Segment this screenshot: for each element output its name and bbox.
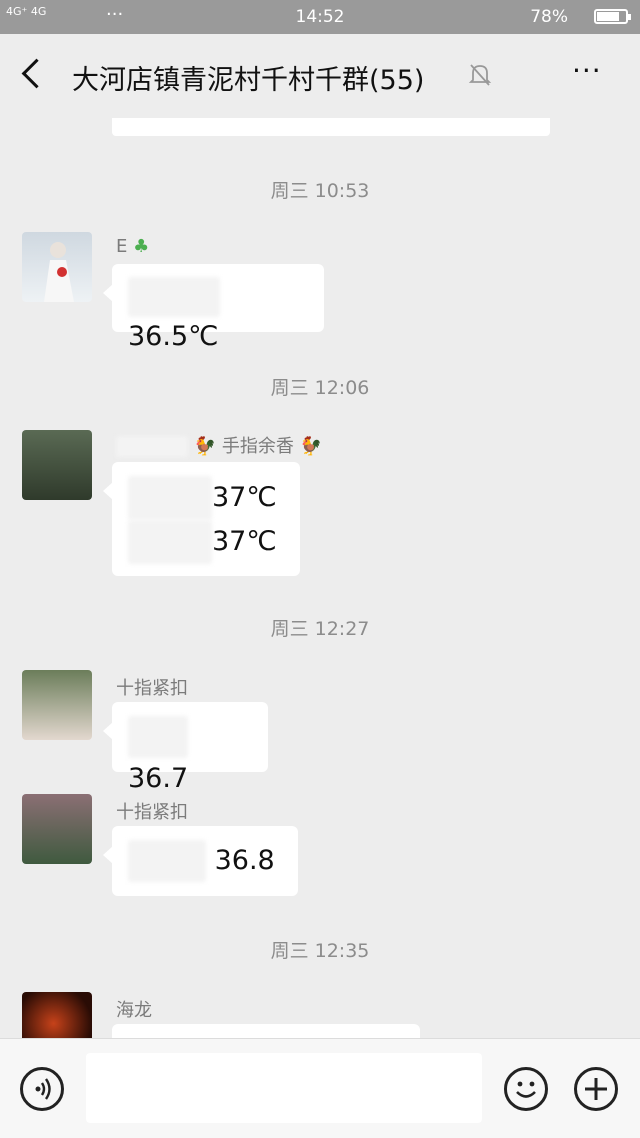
message-bubble[interactable]: xx 36.8 bbox=[103, 826, 298, 896]
avatar-image bbox=[44, 242, 74, 302]
clover-emoji: ♣ bbox=[133, 236, 150, 257]
add-more-icon bbox=[585, 1078, 607, 1100]
message-bubble[interactable]: xx37℃ xx37℃ bbox=[103, 462, 300, 576]
message-text: 36.8 bbox=[214, 845, 275, 876]
timestamp: 周三 12:27 bbox=[270, 618, 370, 640]
battery-icon bbox=[594, 9, 631, 24]
avatar[interactable] bbox=[22, 430, 92, 500]
chat-title: 大河店镇青泥村千村千群(55) bbox=[72, 65, 425, 96]
battery-percent: 78% bbox=[530, 7, 568, 27]
message-text: 36.7 bbox=[128, 763, 189, 794]
rooster-emoji: 🐓 bbox=[299, 436, 323, 457]
voice-waves-icon bbox=[35, 1078, 51, 1100]
smiley-face-icon bbox=[516, 1081, 536, 1098]
rooster-emoji: 🐓 bbox=[193, 436, 217, 457]
plus-icon[interactable] bbox=[574, 1067, 618, 1111]
chat-header: 大河店镇青泥村千村千群(55) ··· bbox=[0, 34, 640, 118]
back-icon[interactable] bbox=[21, 58, 52, 89]
avatar[interactable] bbox=[22, 794, 92, 864]
timestamp: 周三 12:06 bbox=[270, 377, 370, 399]
previous-message-bubble bbox=[112, 118, 550, 136]
sender-name: 十指紧扣 bbox=[116, 802, 188, 823]
message-list[interactable]: 周三 10:53 E ♣ xx 36.5℃ 周三 12:06 xx 🐓 手指余香… bbox=[0, 118, 640, 1038]
message-text: 37℃ bbox=[212, 526, 277, 557]
mute-bell-icon bbox=[468, 64, 492, 86]
message-text: 37℃ bbox=[212, 482, 277, 513]
sender-name: xx 🐓 手指余香 🐓 bbox=[116, 432, 322, 458]
timestamp: 周三 10:53 bbox=[270, 180, 370, 202]
message-text: 36.5℃ bbox=[128, 321, 219, 352]
avatar[interactable] bbox=[22, 992, 92, 1038]
emoji-icon[interactable] bbox=[504, 1067, 548, 1111]
avatar[interactable] bbox=[22, 670, 92, 740]
message-bubble[interactable]: xx 36.7 bbox=[103, 702, 268, 794]
sender-name: 十指紧扣 bbox=[116, 678, 188, 699]
timestamp: 周三 12:35 bbox=[270, 940, 370, 962]
voice-input-icon[interactable] bbox=[20, 1067, 64, 1111]
message-bubble[interactable]: xx 36.5℃ bbox=[103, 264, 324, 352]
sender-name: E ♣ bbox=[116, 236, 150, 257]
message-bubble[interactable] bbox=[112, 1024, 420, 1038]
sender-name: 海龙 bbox=[116, 1000, 152, 1021]
avatar[interactable] bbox=[22, 232, 92, 302]
more-options-icon[interactable]: ··· bbox=[572, 54, 602, 87]
message-input[interactable] bbox=[86, 1053, 482, 1123]
status-bar: 4G⁺ 4G ··· 14:52 78% bbox=[0, 0, 640, 34]
input-bar bbox=[0, 1038, 640, 1138]
battery-fill bbox=[597, 12, 619, 21]
